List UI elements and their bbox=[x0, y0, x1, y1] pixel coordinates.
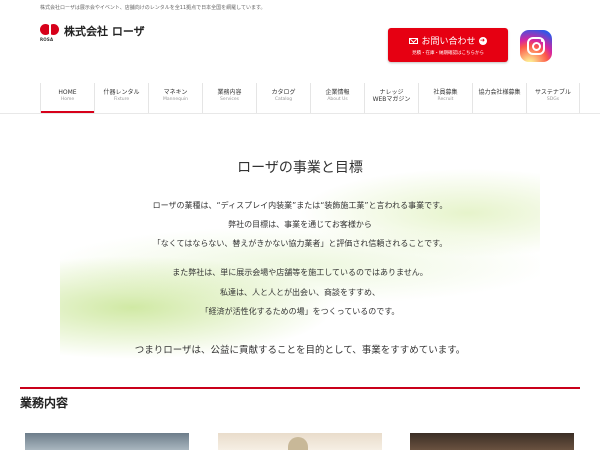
nav-home[interactable]: HOME Home bbox=[40, 83, 94, 113]
nav-label: HOME bbox=[58, 89, 77, 96]
hero-line: 私達は、人と人とが出会い、商談をすすめ、 bbox=[220, 288, 380, 297]
hero-line: また弊社は、単に展示会場や店舗等を施工しているのではありません。 bbox=[172, 268, 428, 277]
nav-mannequin[interactable]: マネキン Mannequin bbox=[148, 83, 202, 113]
nav-label-2: WEBマガジン bbox=[372, 96, 411, 103]
main-nav: HOME Home 什器レンタル Fixture マネキン Mannequin … bbox=[40, 83, 580, 113]
nav-catalog[interactable]: カタログ Catalog bbox=[256, 83, 310, 113]
nav-label: 協力会社様募集 bbox=[478, 89, 521, 96]
nav-label: マネキン bbox=[163, 89, 188, 96]
company-logo[interactable]: ROSA 株式会社 ローザ bbox=[40, 24, 145, 42]
nav-label: サステナブル bbox=[535, 89, 571, 96]
instagram-icon[interactable] bbox=[520, 30, 552, 62]
hero-title: ローザの事業と目標 bbox=[237, 160, 363, 176]
rosa-logo-mark: ROSA bbox=[40, 24, 60, 42]
nav-sublabel: SDGs bbox=[546, 97, 560, 102]
nav-sublabel: Catalog bbox=[274, 97, 293, 102]
arrow-right-icon: ➜ bbox=[478, 36, 487, 45]
nav-fixture-rental[interactable]: 什器レンタル Fixture bbox=[94, 83, 148, 113]
nav-sublabel: Mannequin bbox=[163, 97, 188, 102]
top-info-bar: 株式会社ローザは展示会やイベント、店舗向けのレンタルを全11拠点で日本全国を網羅… bbox=[0, 0, 600, 13]
nav-label: 業務内容 bbox=[217, 89, 242, 96]
logo-subtext: ROSA bbox=[40, 37, 54, 42]
nav-sublabel: Recruit bbox=[437, 97, 454, 102]
section-title: 業務内容 bbox=[20, 396, 69, 410]
nav-sustainable[interactable]: サステナブル SDGs bbox=[526, 83, 580, 113]
nav-sublabel: Services bbox=[220, 97, 239, 102]
nav-label: 企業情報 bbox=[325, 89, 350, 96]
nav-knowledge[interactable]: ナレッジ WEBマガジン bbox=[364, 83, 418, 113]
nav-partner-recruit[interactable]: 協力会社様募集 bbox=[472, 83, 526, 113]
nav-sublabel: Home bbox=[60, 97, 75, 102]
service-thumbnail[interactable] bbox=[410, 433, 574, 450]
nav-divider bbox=[0, 113, 600, 114]
nav-label: 什器レンタル bbox=[103, 89, 140, 96]
section-divider bbox=[20, 387, 580, 389]
hero-background bbox=[60, 150, 540, 360]
nav-label: 社員募集 bbox=[433, 89, 458, 96]
nav-sublabel: Fixture bbox=[113, 97, 130, 102]
nav-label: カタログ bbox=[271, 89, 296, 96]
service-thumbnail[interactable] bbox=[25, 433, 189, 450]
hero-line-conclusion: つまりローザは、公益に貢献することを目的として、事業をすすめています。 bbox=[134, 345, 466, 356]
hero-banner bbox=[60, 150, 540, 360]
hero-line: ローザの業種は、“ディスプレイ内装業”または“装飾施工業”と言われる事業です。 bbox=[152, 201, 448, 210]
nav-services[interactable]: 業務内容 Services bbox=[202, 83, 256, 113]
service-thumbnail[interactable] bbox=[218, 433, 382, 450]
contact-button-label: お問い合わせ bbox=[421, 37, 476, 47]
mail-icon bbox=[409, 37, 419, 44]
nav-about[interactable]: 企業情報 About Us bbox=[310, 83, 364, 113]
company-name: 株式会社 ローザ bbox=[64, 25, 145, 38]
contact-button[interactable]: お問い合わせ ➜ 見積・在庫・納期確認はこちらから bbox=[388, 28, 508, 62]
nav-label: ナレッジ bbox=[379, 89, 404, 96]
nav-sublabel: About Us bbox=[327, 97, 348, 102]
nav-recruit[interactable]: 社員募集 Recruit bbox=[418, 83, 472, 113]
hero-line: 弊社の目標は、事業を通じてお客様から bbox=[228, 220, 372, 229]
contact-button-sub: 見積・在庫・納期確認はこちらから bbox=[412, 51, 484, 56]
hero-line: 「なくてはならない、替えがきかない協力業者」と評価され信頼されることです。 bbox=[152, 239, 448, 248]
hero-line: 「経済が活性化するための場」をつくっているのです。 bbox=[200, 307, 400, 316]
